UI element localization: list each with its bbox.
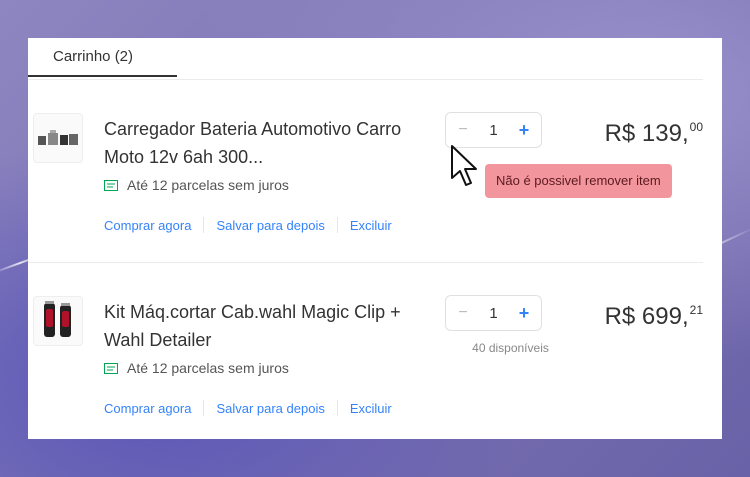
credit-card-icon: [104, 362, 118, 374]
installments-text: Até 12 parcelas sem juros: [127, 177, 289, 193]
hair-clipper-kit-icon: [44, 301, 71, 337]
credit-card-icon: [104, 179, 118, 191]
installments-info: Até 12 parcelas sem juros: [104, 177, 289, 193]
product-thumbnail[interactable]: [33, 296, 83, 346]
item-actions: Comprar agora Salvar para depois Excilui…: [104, 217, 392, 233]
mouse-cursor-icon: [451, 145, 477, 186]
quantity-value: 1: [489, 121, 498, 139]
divider: [203, 400, 205, 416]
price-main: R$ 699,: [604, 303, 689, 330]
decrease-quantity-button[interactable]: −: [456, 121, 470, 139]
car-battery-charger-icon: [38, 130, 78, 145]
buy-now-link[interactable]: Comprar agora: [104, 401, 191, 416]
product-thumbnail[interactable]: [33, 113, 83, 163]
buy-now-link[interactable]: Comprar agora: [104, 218, 191, 233]
quantity-stepper: − 1 +: [445, 295, 542, 331]
divider: [336, 400, 338, 416]
price-cents: 00: [689, 120, 703, 134]
divider: [203, 217, 205, 233]
price-main: R$ 139,: [604, 120, 689, 147]
cart-card: Carrinho (2) Carregador Bateria Automoti…: [28, 38, 722, 439]
product-title[interactable]: Carregador Bateria Automotivo Carro Moto…: [104, 115, 414, 171]
save-for-later-link[interactable]: Salvar para depois: [216, 401, 324, 416]
error-tooltip: Não é possivel remover item: [485, 164, 672, 198]
increase-quantity-button[interactable]: +: [517, 303, 531, 324]
tab-bar: Carrinho (2): [28, 38, 703, 80]
quantity-value: 1: [489, 304, 498, 322]
item-actions: Comprar agora Salvar para depois Excilui…: [104, 400, 392, 416]
installments-text: Até 12 parcelas sem juros: [127, 360, 289, 376]
tab-cart[interactable]: Carrinho (2): [28, 38, 177, 77]
item-price: R$ 139,00: [605, 120, 703, 148]
divider: [336, 217, 338, 233]
increase-quantity-button[interactable]: +: [517, 120, 531, 141]
product-title[interactable]: Kit Máq.cortar Cab.wahl Magic Clip + Wah…: [104, 298, 414, 354]
price-cents: 21: [689, 303, 703, 317]
save-for-later-link[interactable]: Salvar para depois: [216, 218, 324, 233]
installments-info: Até 12 parcelas sem juros: [104, 360, 289, 376]
quantity-stepper: − 1 +: [445, 112, 542, 148]
stock-available: 40 disponíveis: [472, 341, 549, 355]
item-price: R$ 699,21: [605, 303, 703, 331]
cart-item: Kit Máq.cortar Cab.wahl Magic Clip + Wah…: [28, 263, 703, 445]
delete-link[interactable]: Exciluir: [350, 218, 392, 233]
decrease-quantity-button[interactable]: −: [456, 304, 470, 322]
delete-link[interactable]: Exciluir: [350, 401, 392, 416]
